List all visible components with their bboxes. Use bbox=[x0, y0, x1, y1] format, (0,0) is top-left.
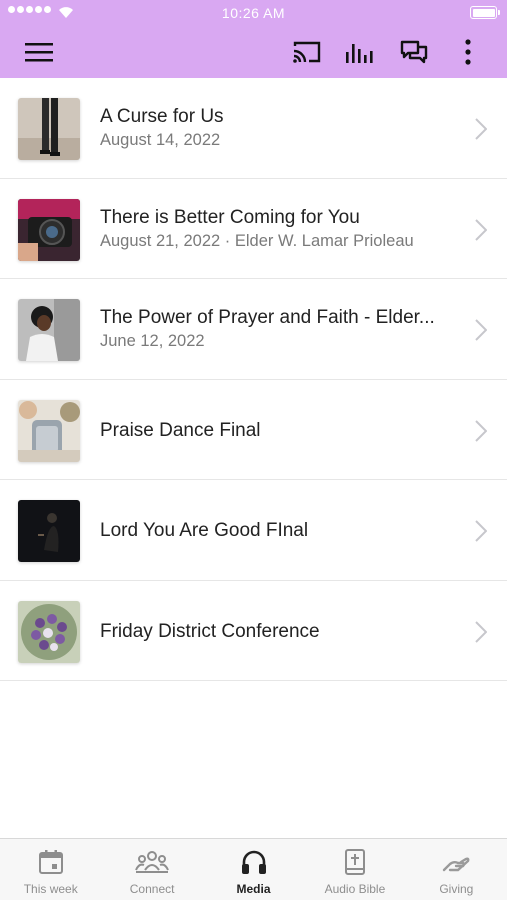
chat-button[interactable] bbox=[392, 26, 436, 78]
chevron-right-icon bbox=[475, 620, 487, 643]
media-list: A Curse for Us August 14, 2022 There is … bbox=[0, 78, 507, 681]
hamburger-icon bbox=[25, 43, 53, 62]
chevron-right-icon bbox=[475, 419, 487, 442]
people-icon bbox=[135, 851, 170, 873]
list-item[interactable]: Praise Dance Final bbox=[0, 380, 507, 480]
chevron-right-icon bbox=[475, 520, 487, 542]
chat-icon bbox=[400, 40, 428, 64]
list-item[interactable]: Friday District Conference bbox=[0, 581, 507, 681]
audio-bars-icon bbox=[346, 44, 373, 63]
tab-giving[interactable]: Giving bbox=[406, 839, 507, 900]
media-thumbnail bbox=[18, 500, 80, 562]
tab-bar: This week Connect Media Audio Bible Givi… bbox=[0, 838, 507, 900]
media-thumbnail bbox=[18, 198, 80, 261]
tab-label: This week bbox=[23, 882, 78, 896]
media-title: Praise Dance Final bbox=[100, 419, 261, 441]
chevron-right-icon bbox=[475, 118, 487, 140]
status-bar: 10:26 AM bbox=[0, 0, 507, 26]
list-item[interactable]: There is Better Coming for You August 21… bbox=[0, 179, 507, 279]
more-vertical-icon bbox=[465, 39, 471, 65]
tab-label: Giving bbox=[439, 882, 474, 896]
bible-icon bbox=[344, 849, 365, 875]
headphones-icon bbox=[241, 850, 266, 874]
list-item[interactable]: The Power of Prayer and Faith - Elder...… bbox=[0, 279, 507, 380]
list-item[interactable]: Lord You Are Good FInal bbox=[0, 480, 507, 581]
menu-button[interactable] bbox=[17, 26, 61, 78]
status-time: 10:26 AM bbox=[221, 5, 286, 21]
cast-icon bbox=[293, 41, 321, 63]
cast-button[interactable] bbox=[285, 26, 329, 78]
app-bar bbox=[0, 26, 507, 78]
media-thumbnail bbox=[18, 399, 80, 462]
media-title: A Curse for Us bbox=[100, 106, 224, 127]
tab-label: Media bbox=[236, 882, 271, 896]
tab-connect[interactable]: Connect bbox=[101, 839, 202, 900]
media-subtitle: August 21, 2022 · Elder W. Lamar Priolea… bbox=[100, 231, 414, 250]
media-subtitle: June 12, 2022 bbox=[100, 332, 205, 350]
media-title: The Power of Prayer and Faith - Elder... bbox=[100, 307, 435, 328]
media-thumbnail bbox=[18, 299, 80, 361]
media-title: Lord You Are Good FInal bbox=[100, 520, 309, 541]
battery-icon bbox=[470, 6, 500, 19]
media-thumbnail bbox=[18, 600, 80, 663]
chevron-right-icon bbox=[475, 319, 487, 341]
more-options-button[interactable] bbox=[446, 26, 490, 78]
media-thumbnail bbox=[18, 98, 80, 160]
tab-label: Audio Bible bbox=[324, 882, 386, 896]
giving-hand-icon bbox=[443, 857, 470, 872]
media-title: Friday District Conference bbox=[100, 620, 320, 642]
tab-media[interactable]: Media bbox=[203, 839, 304, 900]
media-title: There is Better Coming for You bbox=[100, 206, 360, 228]
media-subtitle: August 14, 2022 bbox=[100, 131, 221, 149]
audio-bars-button[interactable] bbox=[338, 26, 382, 78]
chevron-right-icon bbox=[475, 218, 487, 241]
tab-label: Connect bbox=[129, 882, 175, 896]
tab-this-week[interactable]: This week bbox=[0, 839, 101, 900]
calendar-icon bbox=[38, 850, 63, 874]
tab-audio-bible[interactable]: Audio Bible bbox=[304, 839, 405, 900]
list-item[interactable]: A Curse for Us August 14, 2022 bbox=[0, 78, 507, 179]
